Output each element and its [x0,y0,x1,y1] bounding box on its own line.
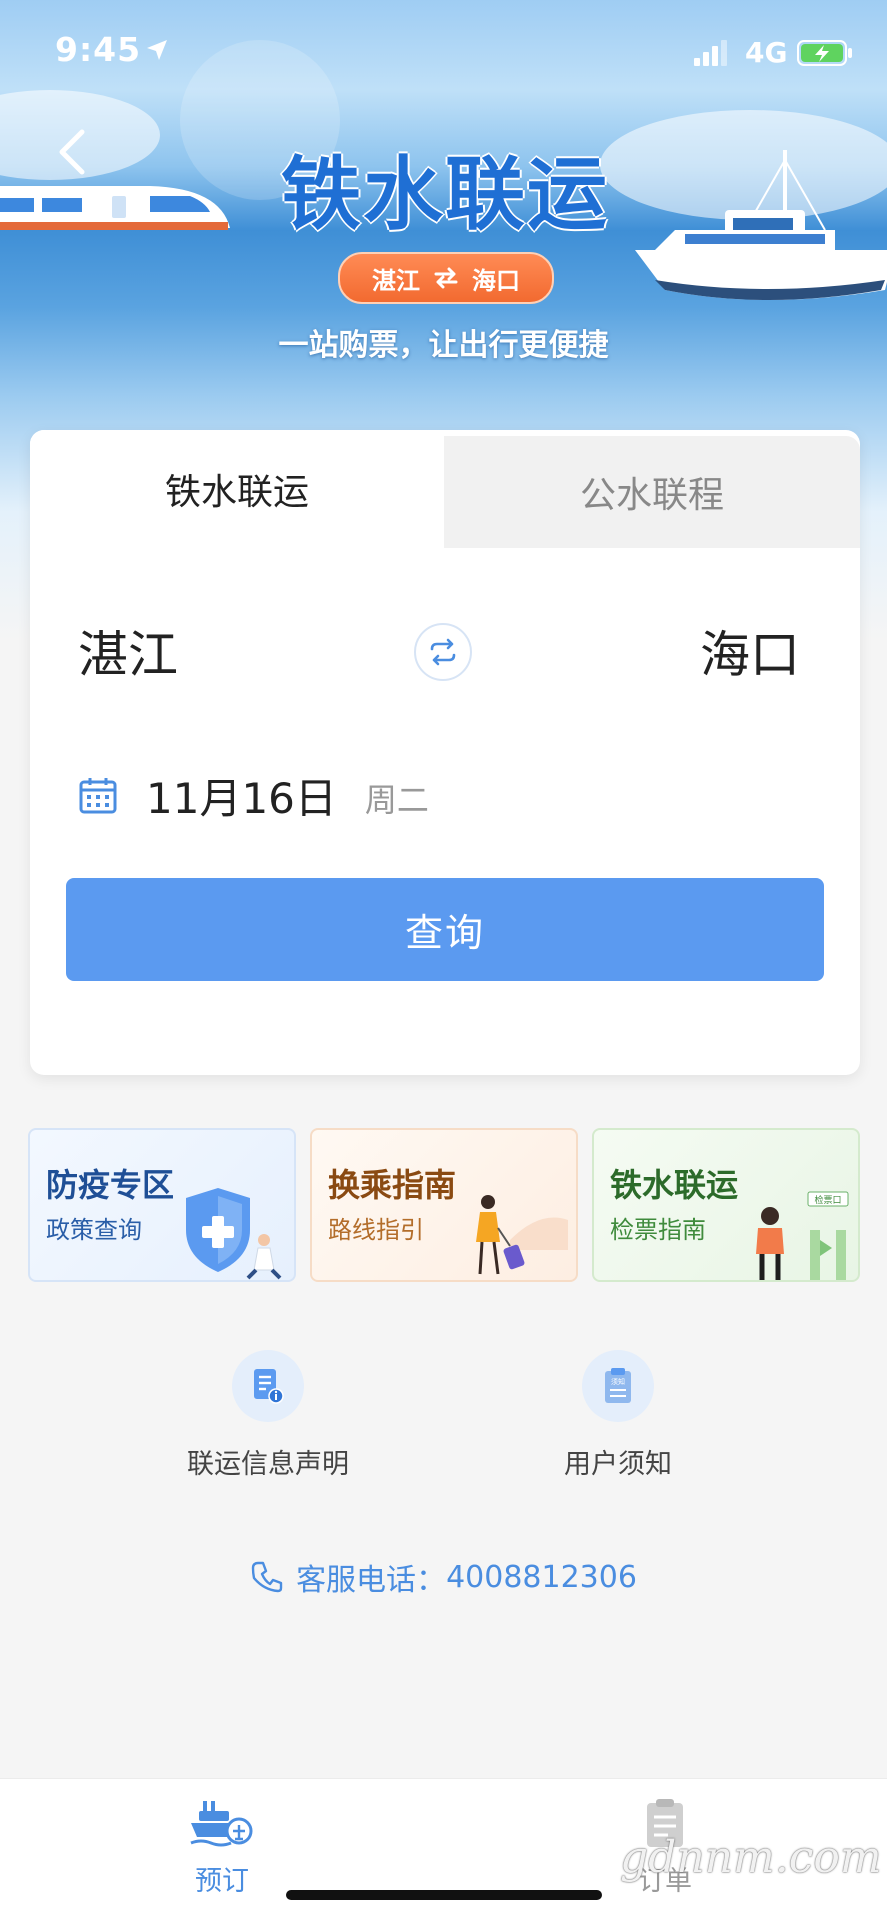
customer-service-hotline[interactable]: 客服电话： 4008812306 [0,1555,887,1599]
notice-clipboard-icon: 须知 [605,1368,631,1403]
status-time: 9:45 [55,30,142,69]
location-arrow-icon [147,40,167,60]
service-entries: 防疫专区 政策查询 换乘指南 路线指引 铁水联运 检票指南 检票口 [28,1128,860,1282]
route-from: 湛江 [372,266,420,295]
notice-icon-circle: 须知 [582,1350,654,1422]
swap-arrows-icon [434,267,458,289]
link-user-notice[interactable]: 须知 用户须知 [518,1350,718,1481]
shield-medical-icon [186,1188,282,1280]
route-to: 海口 [472,266,520,295]
nav-booking-label: 预订 [195,1866,249,1897]
entry-title: 换乘指南 [328,1166,457,1204]
entry-title: 铁水联运 [610,1166,739,1204]
hero-slogan: 一站购票，让出行更便捷 [278,328,609,363]
entry-title: 防疫专区 [46,1166,175,1204]
document-info-icon [254,1369,284,1404]
phone-icon [251,1561,283,1593]
hotline-label: 客服电话： [296,1563,447,1598]
notice-icon-text: 须知 [611,1377,625,1386]
entry-subtitle: 政策查询 [46,1216,142,1244]
ticket-gate-icon: 检票口 [756,1191,849,1280]
calendar-icon [79,778,117,814]
tab-road-water[interactable]: 公水联程 [444,436,860,548]
query-button[interactable]: 查询 [66,878,824,981]
nav-booking[interactable]: 预订 [152,1797,292,1898]
status-bar: 9:45 4G [0,0,887,110]
back-chevron-icon[interactable] [54,128,90,176]
train-illustration [0,186,230,230]
entry-subtitle: 路线指引 [328,1216,424,1244]
network-type: 4G [745,36,788,69]
entry-subtitle: 检票指南 [610,1216,706,1244]
signal-icon [694,40,727,66]
travel-weekday: 周二 [364,781,429,819]
search-card: 铁水联运 公水联程 湛江 海口 11月16日 周二 查询 [30,430,860,1075]
traveler-luggage-icon [476,1195,568,1275]
entry-epidemic-zone[interactable]: 防疫专区 政策查询 [28,1128,296,1282]
ship-train-icon [190,1801,253,1847]
statement-label: 联运信息声明 [187,1449,349,1480]
entry-ticket-check-guide[interactable]: 铁水联运 检票指南 检票口 [592,1128,860,1282]
gate-sign-text: 检票口 [814,1194,841,1206]
entry-transfer-guide[interactable]: 换乘指南 路线指引 [310,1128,578,1282]
tab-rail-water[interactable]: 铁水联运 [30,430,444,548]
date-picker[interactable]: 11月16日 周二 [78,765,429,825]
swap-cities-button[interactable] [414,623,472,681]
notice-label: 用户须知 [564,1449,672,1480]
departure-city[interactable]: 湛江 [78,615,178,687]
home-indicator[interactable] [286,1890,602,1900]
route-pill: 湛江 海口 [338,252,554,304]
statement-icon-circle [232,1350,304,1422]
ferry-illustration [635,150,887,300]
battery-charging-icon [797,40,852,66]
exchange-icon [430,638,456,666]
travel-date: 11月16日 [146,773,337,823]
arrival-city[interactable]: 海口 [700,615,800,687]
hero-title: 铁水联运 [281,148,609,241]
watermark-text: gdnnm.com [620,1832,882,1883]
hotline-number: 4008812306 [446,1559,637,1595]
link-joint-transport-statement[interactable]: 联运信息声明 [168,1350,368,1481]
